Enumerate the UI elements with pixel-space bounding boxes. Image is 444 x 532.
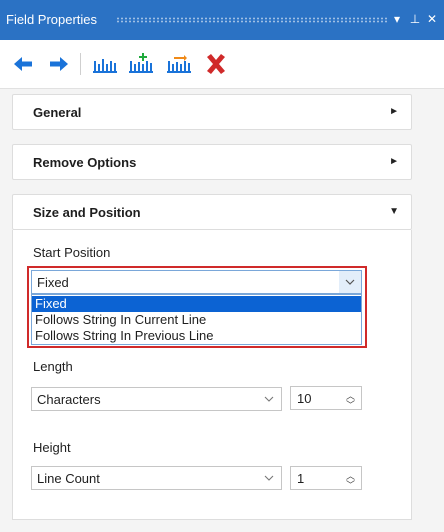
forward-arrow-icon[interactable] [48,52,70,76]
toolbar-separator [80,53,81,75]
section-general[interactable]: General ► [12,94,412,130]
window-menu-dropdown-icon[interactable]: ▾ [390,11,404,27]
section-remove-options[interactable]: Remove Options ► [12,144,412,180]
highlight-box [27,266,367,348]
length-value: 10 [297,391,312,406]
stepper-down-icon[interactable]: ﹀ [346,398,355,411]
field-columns-icon[interactable] [92,52,118,76]
stepper-down-icon[interactable]: ﹀ [346,478,355,491]
section-size-and-position-label: Size and Position [33,205,141,220]
section-size-and-position[interactable]: Size and Position ▼ [12,194,412,230]
height-value-stepper[interactable]: 1 ︿ ﹀ [290,466,362,490]
title-bar: Field Properties ▾ ⊥ ✕ [0,0,444,40]
expand-arrow-icon: ► [389,106,399,117]
height-unit-value: Line Count [37,471,100,486]
length-unit-value: Characters [37,392,101,407]
height-value: 1 [297,471,305,486]
delete-icon[interactable] [204,52,228,76]
back-arrow-icon[interactable] [12,52,34,76]
add-field-icon[interactable] [128,52,154,76]
chevron-down-icon [263,472,275,487]
section-remove-options-label: Remove Options [33,155,137,170]
move-field-icon[interactable] [166,52,192,76]
chevron-down-icon [263,393,275,408]
close-icon[interactable]: ✕ [425,11,439,27]
expand-arrow-icon: ► [389,156,399,167]
toolbar [0,40,444,89]
drag-grip[interactable] [116,17,388,23]
length-unit-select[interactable]: Characters [31,387,282,411]
start-position-label: Start Position [33,245,111,260]
length-value-stepper[interactable]: 10 ︿ ﹀ [290,386,362,410]
collapse-arrow-icon: ▼ [389,206,399,217]
length-label: Length [33,359,73,374]
section-general-label: General [33,105,82,120]
pin-icon[interactable]: ⊥ [408,11,422,27]
height-unit-select[interactable]: Line Count [31,466,282,490]
window-title: Field Properties [6,12,98,27]
height-label: Height [33,440,71,455]
